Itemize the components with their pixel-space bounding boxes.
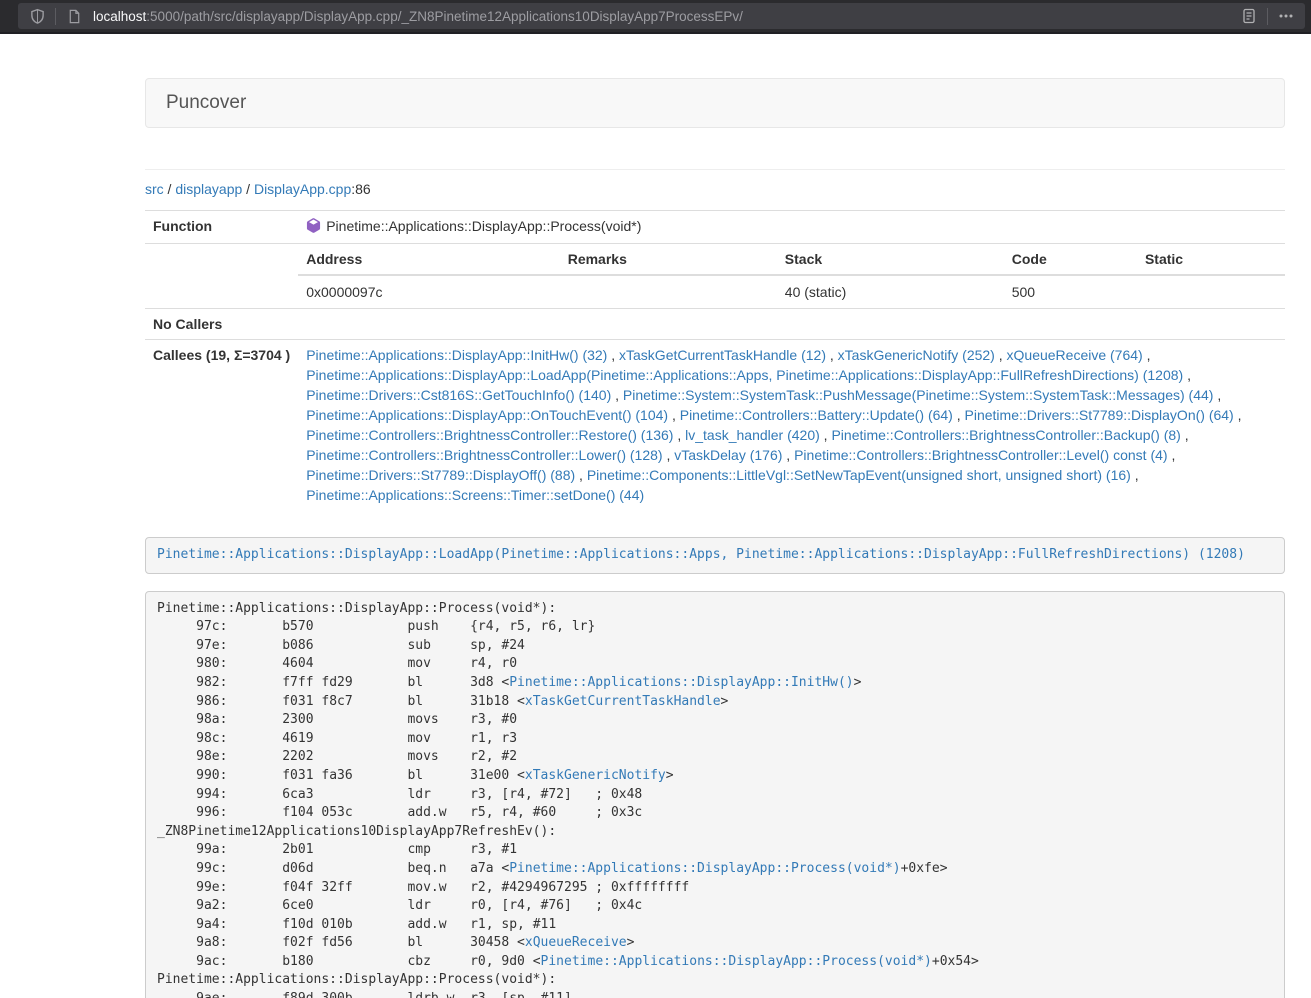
package-icon [306, 218, 321, 238]
breadcrumb: src / displayapp / DisplayApp.cpp:86 [145, 181, 1285, 197]
stats-header-row: Address Remarks Stack Code Static [298, 244, 1285, 275]
col-remarks: Remarks [560, 244, 777, 275]
callee-link[interactable]: Pinetime::Applications::DisplayApp::Init… [306, 347, 607, 363]
address-value: 0x0000097c [298, 275, 559, 308]
stack-value: 40 (static) [777, 275, 1004, 308]
callee-link[interactable]: Pinetime::System::SystemTask::PushMessag… [623, 387, 1214, 403]
function-label: Function [145, 211, 298, 244]
url-host: localhost [93, 9, 146, 24]
no-callers-row: No Callers [145, 309, 1285, 340]
url-text[interactable]: localhost:5000/path/src/displayapp/Displ… [93, 9, 1236, 24]
callee-link[interactable]: Pinetime::Applications::DisplayApp::Load… [306, 367, 1183, 383]
callee-link[interactable]: Pinetime::Components::LittleVgl::SetNewT… [587, 467, 1131, 483]
col-code: Code [1004, 244, 1137, 275]
brand-title[interactable]: Puncover [146, 92, 266, 114]
callee-link[interactable]: xTaskGetCurrentTaskHandle (12) [619, 347, 826, 363]
browser-chrome: localhost:5000/path/src/displayapp/Displ… [0, 0, 1311, 34]
callee-link[interactable]: Pinetime::Applications::DisplayApp::OnTo… [306, 407, 668, 423]
callee-link[interactable]: xTaskGenericNotify (252) [838, 347, 995, 363]
callees-row: Callees (19, Σ=3704 ) Pinetime::Applicat… [145, 340, 1285, 511]
url-path: :5000/path/src/displayapp/DisplayApp.cpp… [146, 9, 743, 24]
callee-link[interactable]: xQueueReceive (764) [1007, 347, 1143, 363]
assembly-listing: Pinetime::Applications::DisplayApp::Proc… [145, 591, 1285, 998]
callee-link[interactable]: Pinetime::Applications::Screens::Timer::… [306, 487, 644, 503]
breadcrumb-line-number: :86 [351, 181, 370, 197]
callees-label: Callees (19, Σ=3704 ) [145, 340, 298, 511]
stats-value-row: 0x0000097c 40 (static) 500 [298, 275, 1285, 308]
asm-symbol-link[interactable]: Pinetime::Applications::DisplayApp::Proc… [509, 861, 900, 876]
col-stack: Stack [777, 244, 1004, 275]
menu-dots-icon[interactable] [1273, 4, 1299, 28]
callee-link[interactable]: Pinetime::Drivers::St7789::DisplayOff() … [306, 467, 575, 483]
function-row: Function Pinetime::Applications::Display… [145, 211, 1285, 244]
breadcrumb-separator: / [242, 181, 254, 197]
breadcrumb-link[interactable]: displayapp [175, 181, 242, 197]
asm-symbol-link[interactable]: Pinetime::Applications::DisplayApp::Init… [509, 675, 853, 690]
callee-link[interactable]: Pinetime::Drivers::Cst816S::GetTouchInfo… [306, 387, 611, 403]
callee-link[interactable]: Pinetime::Controllers::BrightnessControl… [794, 447, 1167, 463]
code-value: 500 [1004, 275, 1137, 308]
callee-link[interactable]: Pinetime::Controllers::BrightnessControl… [306, 427, 673, 443]
function-stats-table: Address Remarks Stack Code Static 0x0000… [298, 244, 1285, 308]
remarks-value [560, 275, 777, 308]
navbar: Puncover [145, 78, 1285, 128]
shield-icon[interactable] [24, 4, 50, 28]
function-table: Function Pinetime::Applications::Display… [145, 210, 1285, 510]
function-stats-row: Address Remarks Stack Code Static 0x0000… [145, 244, 1285, 309]
callee-link[interactable]: Pinetime::Controllers::BrightnessControl… [306, 447, 662, 463]
breadcrumb-separator: / [164, 181, 176, 197]
callee-link[interactable]: Pinetime::Controllers::BrightnessControl… [831, 427, 1180, 443]
divider-rule [145, 169, 1285, 170]
asm-symbol-link[interactable]: xQueueReceive [525, 935, 627, 950]
page-icon[interactable] [61, 4, 87, 28]
selected-callee-link[interactable]: Pinetime::Applications::DisplayApp::Load… [157, 547, 1245, 562]
breadcrumb-link[interactable]: DisplayApp.cpp [254, 181, 351, 197]
reader-mode-icon[interactable] [1236, 4, 1262, 28]
col-static: Static [1137, 244, 1285, 275]
breadcrumb-link[interactable]: src [145, 181, 164, 197]
selected-callee-box: Pinetime::Applications::DisplayApp::Load… [145, 537, 1285, 574]
asm-symbol-link[interactable]: Pinetime::Applications::DisplayApp::Proc… [541, 954, 932, 969]
callee-link[interactable]: lv_task_handler (420) [685, 427, 820, 443]
url-bar[interactable]: localhost:5000/path/src/displayapp/Displ… [18, 3, 1305, 29]
asm-symbol-link[interactable]: xTaskGetCurrentTaskHandle [525, 694, 721, 709]
divider [55, 8, 56, 25]
callee-link[interactable]: vTaskDelay (176) [674, 447, 782, 463]
callee-link[interactable]: Pinetime::Controllers::Battery::Update()… [680, 407, 953, 423]
callees-list: Pinetime::Applications::DisplayApp::Init… [298, 340, 1285, 511]
col-address: Address [298, 244, 559, 275]
callee-link[interactable]: Pinetime::Drivers::St7789::DisplayOn() (… [965, 407, 1234, 423]
asm-symbol-link[interactable]: xTaskGenericNotify [525, 768, 666, 783]
no-callers-label: No Callers [145, 309, 298, 340]
page-content: Puncover src / displayapp / DisplayApp.c… [0, 78, 1311, 998]
static-value [1137, 275, 1285, 308]
divider [1267, 8, 1268, 25]
function-name: Pinetime::Applications::DisplayApp::Proc… [326, 218, 641, 234]
